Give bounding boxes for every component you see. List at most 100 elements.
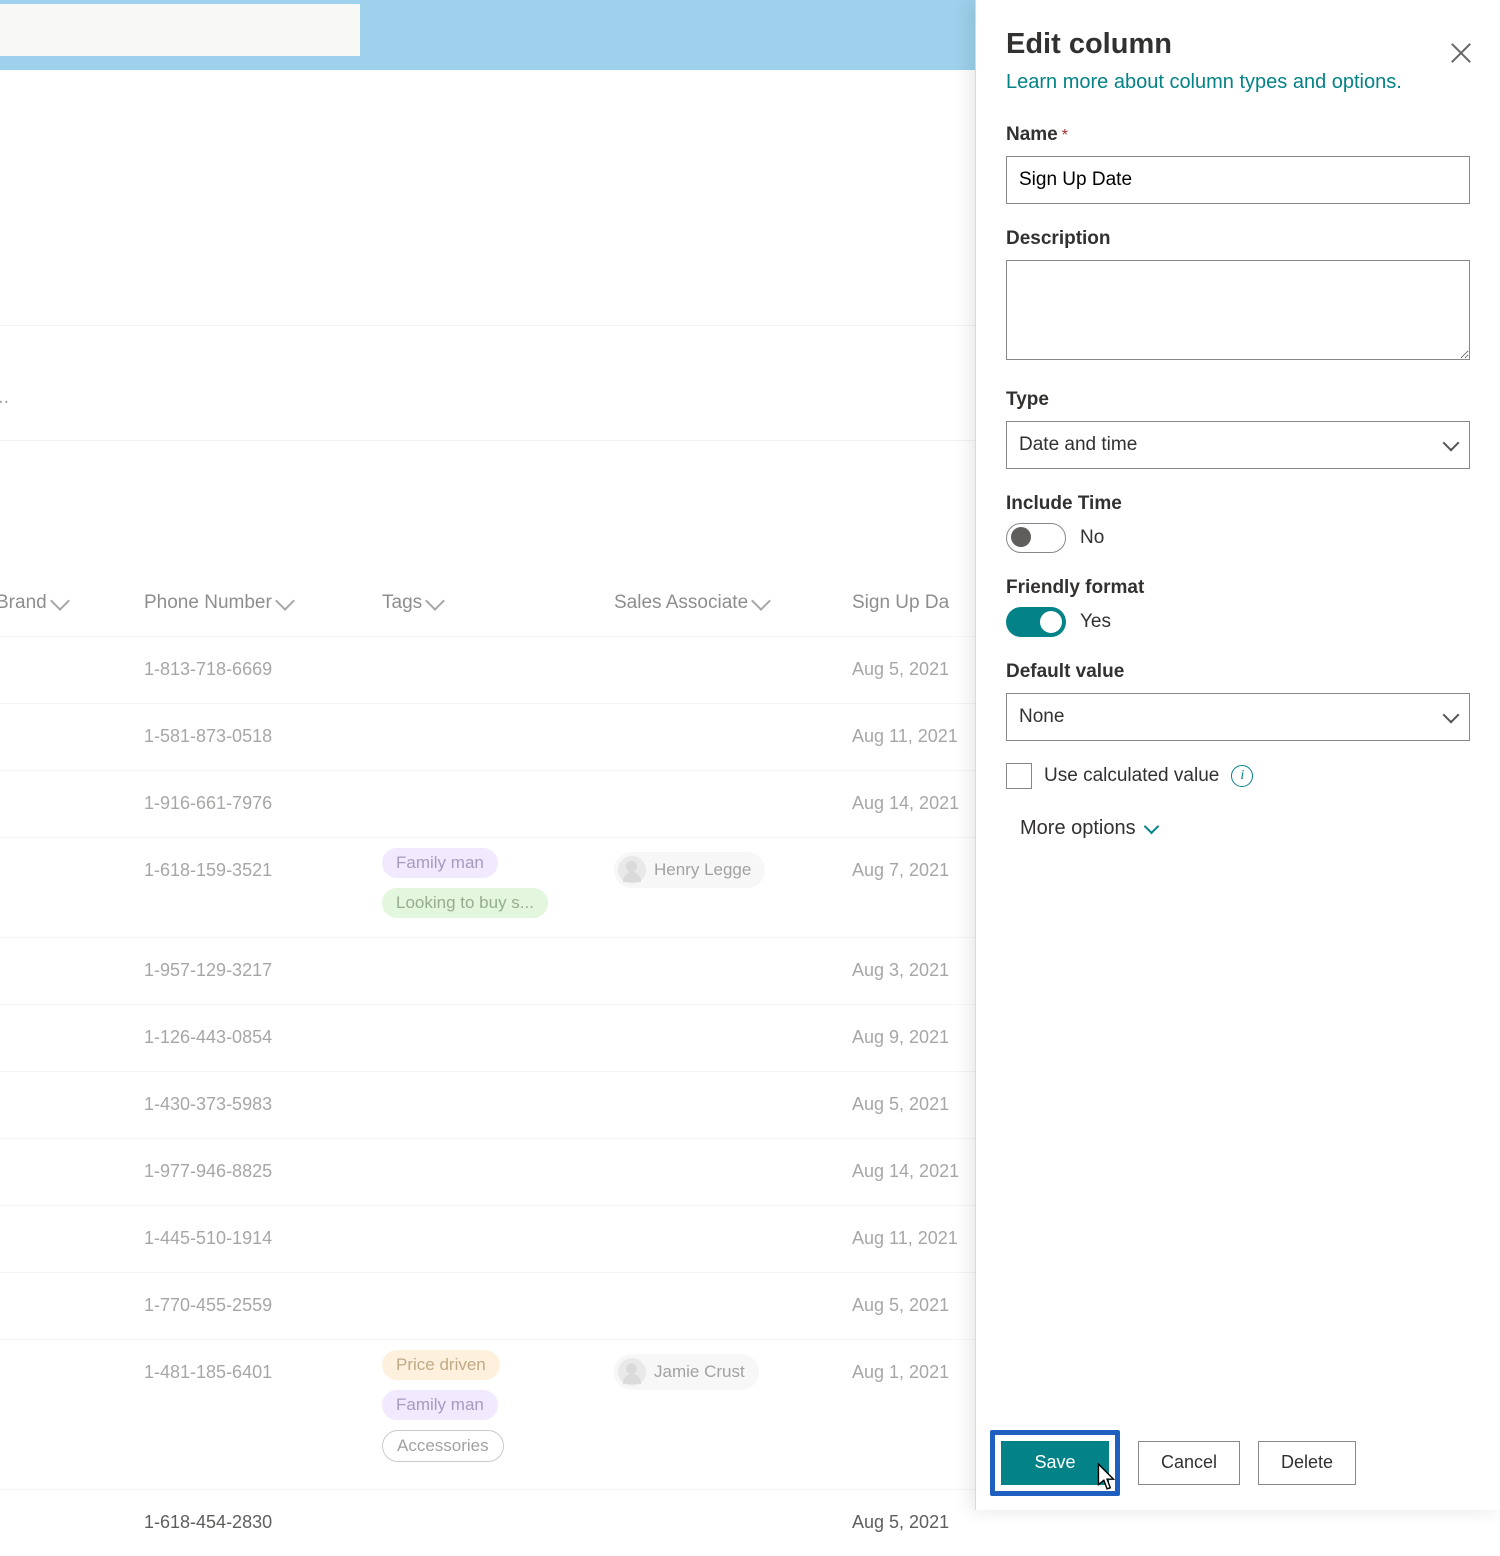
tag-pill[interactable]: Family man (382, 1390, 498, 1420)
phone-cell: 1-481-185-6401 (144, 1362, 272, 1383)
column-header-phone[interactable]: Phone Number (144, 592, 292, 614)
required-mark: * (1062, 127, 1068, 144)
column-headers: Brand Phone Number Tags Sales Associate … (0, 592, 975, 625)
table-body: 1-813-718-6669 Aug 5, 2021 1-581-873-0518 A… (0, 636, 975, 1556)
column-header-sign-up-date[interactable]: Sign Up Da (852, 592, 949, 614)
phone-cell: 1-581-873-0518 (144, 726, 272, 747)
table-row[interactable]: 1-977-946-8825 Aug 14, 2021 (0, 1138, 975, 1205)
more-options-toggle[interactable]: More options (1020, 817, 1470, 840)
description-label: Description (1006, 228, 1111, 249)
column-header-brand[interactable]: Brand (0, 592, 67, 614)
phone-cell: 1-977-946-8825 (144, 1161, 272, 1182)
name-label: Name (1006, 124, 1058, 145)
associate-chip[interactable]: Henry Legge (614, 852, 765, 888)
chevron-down-icon (275, 591, 295, 611)
search-input[interactable] (0, 4, 360, 56)
include-time-toggle[interactable] (1006, 523, 1066, 553)
save-button[interactable]: Save (1001, 1441, 1109, 1485)
type-select[interactable]: Date and time (1006, 421, 1470, 469)
date-cell: Aug 7, 2021 (852, 860, 949, 881)
list-main: .. Brand Phone Number Tags Sales Associa… (0, 70, 975, 1510)
chevron-down-icon (1443, 435, 1460, 452)
info-icon[interactable]: i (1231, 765, 1253, 787)
date-cell: Aug 5, 2021 (852, 659, 949, 680)
column-header-sales-associate[interactable]: Sales Associate (614, 592, 768, 614)
date-cell: Aug 11, 2021 (852, 726, 958, 747)
delete-button[interactable]: Delete (1258, 1441, 1356, 1485)
tag-pill[interactable]: Family man (382, 848, 498, 878)
column-label: Sales Associate (614, 592, 748, 614)
truncated-text: .. (0, 386, 9, 409)
table-row[interactable]: 1-618-454-2830 Aug 5, 2021 (0, 1489, 975, 1556)
toggle-value: No (1080, 527, 1104, 549)
tag-pill[interactable]: Looking to buy s... (382, 888, 548, 918)
table-row[interactable]: 1-445-510-1914 Aug 11, 2021 (0, 1205, 975, 1272)
table-row[interactable]: 1-957-129-3217 Aug 3, 2021 (0, 937, 975, 1004)
tags-cell: Family man Looking to buy s... (382, 848, 548, 918)
table-row[interactable]: 1-813-718-6669 Aug 5, 2021 (0, 636, 975, 703)
column-label: Brand (0, 592, 47, 614)
tags-cell: Price driven Family man Accessories (382, 1350, 504, 1462)
phone-cell: 1-430-373-5983 (144, 1094, 272, 1115)
chevron-down-icon (751, 591, 771, 611)
phone-cell: 1-770-455-2559 (144, 1295, 272, 1316)
chevron-down-icon (1143, 819, 1159, 835)
table-row[interactable]: 1-618-159-3521 Aug 7, 2021 Family man Looki… (0, 837, 975, 937)
phone-cell: 1-813-718-6669 (144, 659, 272, 680)
type-label: Type (1006, 389, 1049, 410)
cancel-button[interactable]: Cancel (1138, 1441, 1240, 1485)
friendly-format-toggle[interactable] (1006, 607, 1066, 637)
divider (0, 325, 975, 326)
table-row[interactable]: 1-770-455-2559 Aug 5, 2021 (0, 1272, 975, 1339)
friendly-format-label: Friendly format (1006, 577, 1144, 598)
date-cell: Aug 11, 2021 (852, 1228, 958, 1249)
date-cell: Aug 9, 2021 (852, 1027, 949, 1048)
close-icon[interactable] (1448, 40, 1474, 66)
learn-more-link[interactable]: Learn more about column types and option… (1006, 71, 1470, 94)
default-value-select[interactable]: None (1006, 693, 1470, 741)
column-header-tags[interactable]: Tags (382, 592, 442, 614)
phone-cell: 1-618-159-3521 (144, 860, 272, 881)
date-cell: Aug 14, 2021 (852, 1161, 959, 1182)
avatar-icon (618, 1358, 646, 1386)
description-input[interactable] (1006, 260, 1470, 360)
edit-column-panel: Edit column Learn more about column type… (975, 0, 1500, 1510)
date-cell: Aug 5, 2021 (852, 1512, 949, 1533)
use-calculated-label: Use calculated value (1044, 765, 1219, 787)
associate-chip[interactable]: Jamie Crust (614, 1354, 759, 1390)
associate-name: Henry Legge (654, 860, 751, 880)
tag-pill[interactable]: Accessories (382, 1430, 504, 1462)
table-row[interactable]: 1-126-443-0854 Aug 9, 2021 (0, 1004, 975, 1071)
date-cell: Aug 5, 2021 (852, 1295, 949, 1316)
table-row[interactable]: 1-481-185-6401 Aug 1, 2021 Price driven Fam… (0, 1339, 975, 1489)
associate-name: Jamie Crust (654, 1362, 745, 1382)
table-row[interactable]: 1-581-873-0518 Aug 11, 2021 (0, 703, 975, 770)
date-cell: Aug 3, 2021 (852, 960, 949, 981)
include-time-label: Include Time (1006, 493, 1122, 514)
phone-cell: 1-126-443-0854 (144, 1027, 272, 1048)
table-row[interactable]: 1-916-661-7976 Aug 14, 2021 (0, 770, 975, 837)
chevron-down-icon (1443, 707, 1460, 724)
tag-pill[interactable]: Price driven (382, 1350, 500, 1380)
use-calculated-checkbox[interactable] (1006, 763, 1032, 789)
column-label: Phone Number (144, 592, 272, 614)
table-row[interactable]: 1-430-373-5983 Aug 5, 2021 (0, 1071, 975, 1138)
date-cell: Aug 5, 2021 (852, 1094, 949, 1115)
panel-title: Edit column (1006, 28, 1470, 61)
phone-cell: 1-445-510-1914 (144, 1228, 272, 1249)
panel-footer: Save Cancel Delete (976, 1415, 1500, 1510)
toggle-value: Yes (1080, 611, 1111, 633)
phone-cell: 1-916-661-7976 (144, 793, 272, 814)
date-cell: Aug 14, 2021 (852, 793, 959, 814)
date-cell: Aug 1, 2021 (852, 1362, 949, 1383)
more-options-label: More options (1020, 817, 1136, 840)
phone-cell: 1-957-129-3217 (144, 960, 272, 981)
chevron-down-icon (425, 591, 445, 611)
save-highlight: Save (990, 1430, 1120, 1496)
name-input[interactable] (1006, 156, 1470, 204)
avatar-icon (618, 856, 646, 884)
select-value: None (1019, 706, 1064, 728)
select-value: Date and time (1019, 434, 1137, 456)
column-label: Sign Up Da (852, 592, 949, 614)
phone-cell: 1-618-454-2830 (144, 1512, 272, 1533)
